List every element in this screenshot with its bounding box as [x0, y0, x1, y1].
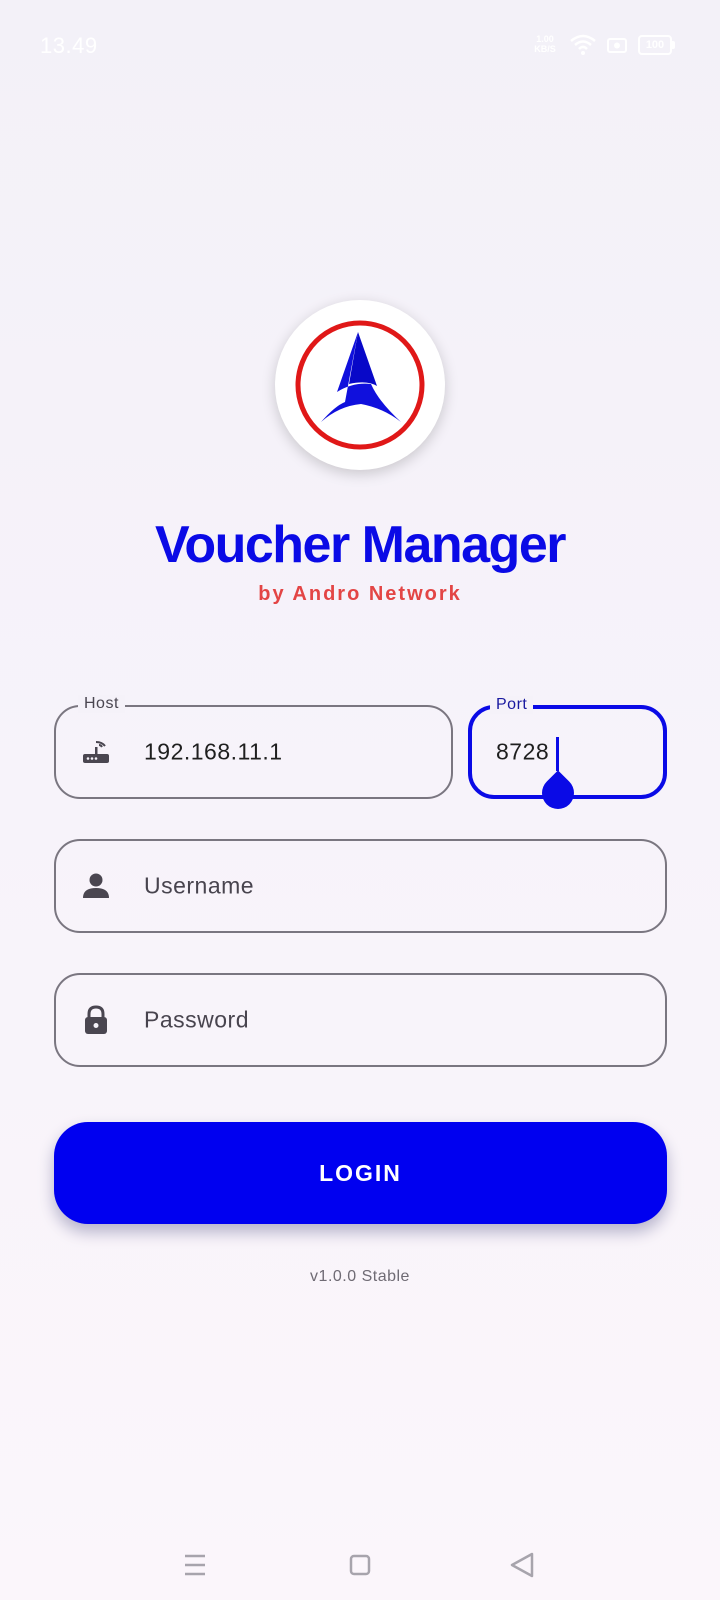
- app-subtitle: by Andro Network: [258, 583, 462, 605]
- cursor-handle[interactable]: [535, 770, 581, 816]
- host-label: Host: [78, 695, 125, 713]
- network-speed: 1.00 KB/S: [534, 34, 556, 54]
- app-title: Voucher Manager: [155, 516, 566, 574]
- login-button[interactable]: LOGIN: [54, 1122, 667, 1224]
- password-field[interactable]: Password: [54, 973, 667, 1067]
- back-icon[interactable]: [498, 1540, 548, 1590]
- port-field[interactable]: Port 8728: [468, 696, 667, 816]
- username-input[interactable]: Username: [144, 873, 254, 900]
- wifi-icon: [570, 34, 596, 55]
- username-field[interactable]: Username: [54, 839, 667, 933]
- router-icon: [83, 741, 109, 763]
- logo-arrow-icon: [295, 320, 425, 450]
- host-input[interactable]: 192.168.11.1: [144, 739, 283, 766]
- status-bar: 13.49 1.00 KB/S 100: [0, 0, 720, 92]
- home-icon[interactable]: [335, 1540, 385, 1590]
- status-time: 13.49: [40, 33, 98, 58]
- navigation-bar: [0, 1540, 720, 1590]
- port-label: Port: [490, 696, 534, 714]
- person-icon: [83, 873, 109, 898]
- port-input[interactable]: 8728: [496, 739, 549, 766]
- menu-icon[interactable]: [170, 1540, 220, 1590]
- battery-indicator: 100: [638, 35, 675, 55]
- status-icons: 1.00 KB/S 100: [530, 34, 675, 56]
- version-label: v1.0.0 Stable: [310, 1268, 410, 1285]
- host-field[interactable]: Host 192.168.11.1: [54, 695, 453, 799]
- text-cursor: [556, 737, 559, 771]
- password-input[interactable]: Password: [144, 1007, 249, 1034]
- screen-record-icon: [607, 38, 627, 53]
- lock-icon: [85, 1005, 107, 1034]
- app-logo: [275, 300, 445, 470]
